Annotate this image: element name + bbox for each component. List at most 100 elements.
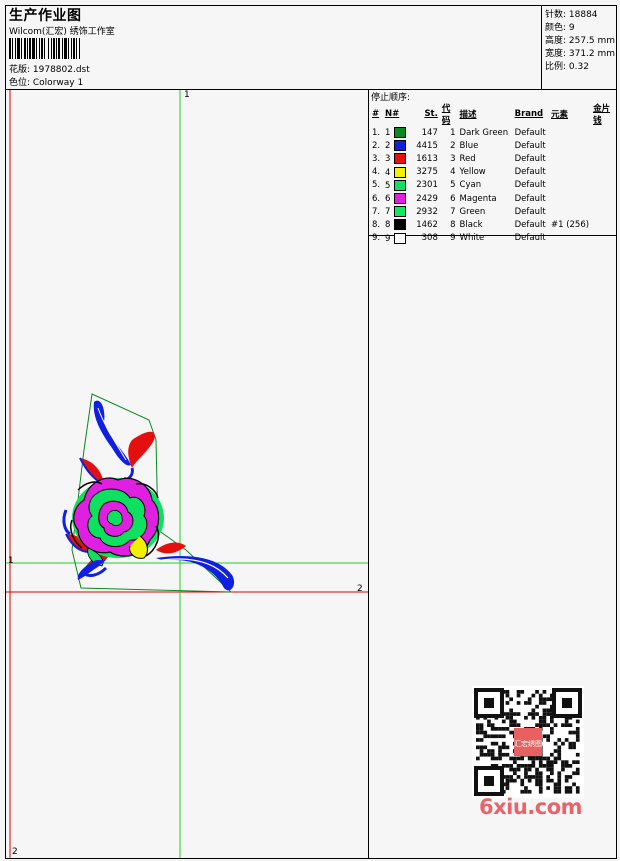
row-stitches: 1613 — [416, 153, 438, 164]
row-brand: Default — [514, 233, 546, 244]
row-description: Black — [459, 219, 483, 230]
qr-code-image: 汇宏绣图 — [474, 688, 582, 796]
qr-code: 汇宏绣图 — [472, 686, 584, 798]
row-needle-number: 2 — [384, 141, 391, 152]
row-needle-number: 6 — [384, 194, 391, 205]
row-description: Dark Green — [459, 127, 509, 138]
color-swatch — [394, 179, 407, 191]
row-index: 3. — [372, 153, 381, 164]
row-description: Blue — [459, 140, 479, 151]
col-header-stitches: St. — [424, 109, 438, 119]
color-swatch — [394, 232, 407, 244]
design-file-label: 花版: 1978802.dst — [9, 65, 90, 75]
row-index: 2. — [372, 140, 381, 151]
row-needle: 7 — [383, 205, 410, 218]
row-needle: 8 — [383, 218, 410, 231]
red-leaf-5 — [156, 542, 186, 554]
production-sheet: 生产作业图 Wilcom(汇宏) 绣饰工作室 花版: 1978802.dst 色… — [5, 5, 617, 859]
col-header-description: 描述 — [459, 110, 477, 120]
page-title: 生产作业图 — [9, 8, 82, 24]
row-needle: 3 — [383, 152, 410, 165]
row-element — [549, 179, 591, 192]
row-needle-number: 8 — [384, 220, 391, 231]
row-needle: 2 — [383, 139, 410, 152]
row-description: Yellow — [459, 167, 486, 178]
design-height: 高度: 257.5 mm — [545, 36, 616, 46]
company-name: Wilcom(汇宏) 绣饰工作室 — [9, 27, 115, 37]
table-row: 5. 5 2301 5 Cyan Default — [370, 179, 616, 192]
row-sequin — [591, 192, 616, 205]
row-sequin — [591, 139, 616, 152]
row-index: 9. — [372, 233, 381, 244]
row-needle-number: 9 — [384, 233, 391, 244]
row-needle-number: 7 — [384, 207, 391, 218]
row-index: 8. — [372, 219, 381, 230]
row-needle-number: 1 — [384, 128, 391, 139]
stop-sequence-panel: 停止顺序: # N# St. 代码 描述 Brand 元素 金片钱 1. 1 147… — [369, 90, 616, 244]
col-header-index: # — [372, 109, 380, 119]
row-brand: Default — [514, 140, 546, 151]
table-row: 1. 1 147 1 Dark Green Default — [370, 126, 616, 139]
design-width: 宽度: 371.2 mm — [545, 49, 616, 59]
row-brand: Default — [514, 206, 546, 217]
row-needle: 6 — [383, 192, 410, 205]
color-swatch — [394, 127, 407, 139]
row-description: Cyan — [459, 180, 482, 191]
row-description: White — [459, 233, 485, 244]
row-stitches: 2301 — [416, 180, 438, 191]
col-header-code: 代码 — [441, 104, 451, 126]
row-sequin — [591, 166, 616, 179]
color-swatch — [394, 140, 407, 152]
row-code: 2 — [450, 140, 456, 151]
row-brand: Default — [514, 127, 546, 138]
color-swatch — [394, 166, 407, 178]
row-needle-number: 4 — [384, 167, 391, 178]
row-stitches: 3275 — [416, 167, 438, 178]
row-stitches: 4415 — [416, 140, 438, 151]
row-code: 3 — [450, 153, 456, 164]
row-code: 4 — [450, 167, 456, 178]
row-stitches: 2429 — [416, 193, 438, 204]
row-element — [549, 139, 591, 152]
table-row: 6. 6 2429 6 Magenta Default — [370, 192, 616, 205]
barcode — [9, 38, 144, 59]
row-element — [549, 192, 591, 205]
row-element — [549, 205, 591, 218]
row-sequin — [591, 232, 616, 245]
colorway-label: 色位: Colorway 1 — [9, 78, 84, 88]
row-index: 5. — [372, 180, 381, 191]
row-stitches: 147 — [421, 127, 438, 138]
row-sequin — [591, 218, 616, 231]
row-stitches: 1462 — [416, 219, 438, 230]
color-swatch — [394, 193, 407, 205]
row-needle: 4 — [383, 166, 410, 179]
row-stitches: 308 — [421, 233, 438, 244]
table-header-row: # N# St. 代码 描述 Brand 元素 金片钱 — [370, 102, 616, 126]
color-swatch — [394, 153, 407, 165]
row-needle-number: 3 — [384, 154, 391, 165]
design-scale: 比例: 0.32 — [545, 62, 589, 72]
row-brand: Default — [514, 193, 546, 204]
col-header-sequin: 金片钱 — [593, 104, 611, 126]
table-row: 3. 3 1613 3 Red Default — [370, 152, 616, 165]
axis-left-label: 1 — [8, 556, 14, 566]
col-header-element: 元素 — [550, 110, 568, 120]
row-needle-number: 5 — [384, 180, 391, 191]
row-index: 1. — [372, 127, 381, 138]
row-needle: 5 — [383, 179, 410, 192]
table-row: 9. 9 308 9 White Default — [370, 232, 616, 245]
table-row: 7. 7 2932 7 Green Default — [370, 205, 616, 218]
color-swatch — [394, 219, 407, 231]
design-canvas: 1 1 2 2 — [6, 90, 368, 858]
row-element — [549, 232, 591, 245]
row-index: 4. — [372, 167, 381, 178]
embroidery-preview — [6, 90, 368, 858]
row-needle: 9 — [383, 232, 410, 245]
qr-logo-text: 汇宏绣图 — [514, 739, 542, 748]
row-sequin — [591, 205, 616, 218]
col-header-needle: N# — [384, 109, 400, 119]
row-element — [549, 126, 591, 139]
header-info: 生产作业图 Wilcom(汇宏) 绣饰工作室 花版: 1978802.dst 色… — [6, 6, 542, 89]
axis-bottom-label: 2 — [12, 847, 18, 857]
row-index: 6. — [372, 193, 381, 204]
